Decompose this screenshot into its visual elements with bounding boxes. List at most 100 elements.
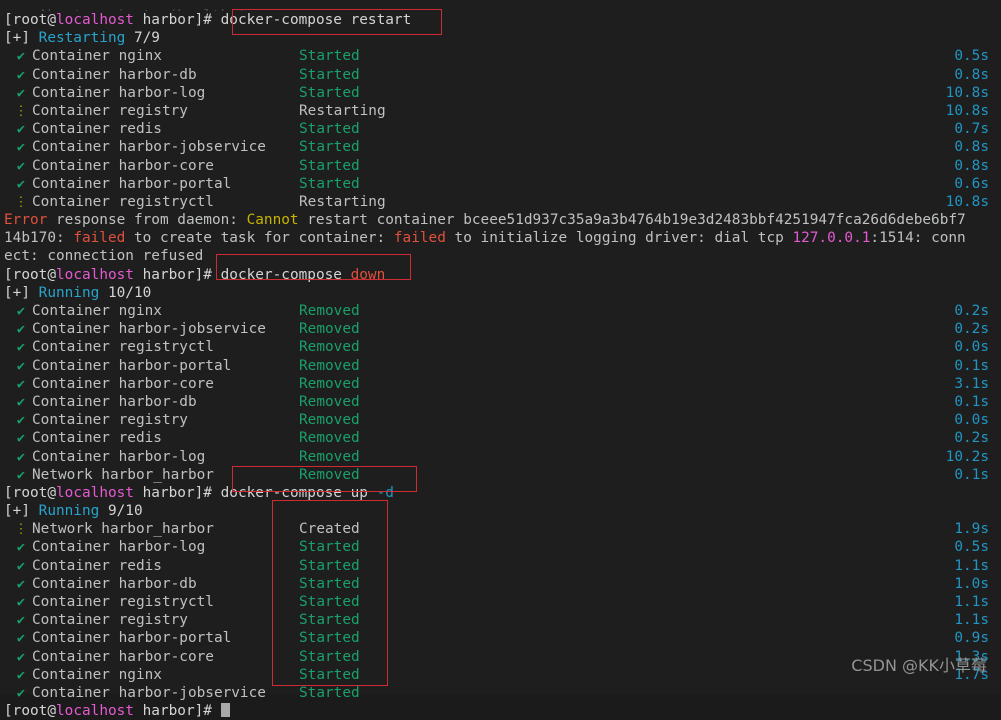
check-icon: ✔ (14, 593, 28, 611)
prompt-line-final: [root@localhost harbor]# (4, 702, 997, 720)
service-status: Started (299, 48, 360, 65)
service-status: Removed (299, 303, 360, 319)
check-glyph: ✔ (16, 303, 26, 319)
service-status: Removed (299, 393, 360, 410)
error-failed-keyword-2: failed (393, 230, 446, 247)
check-icon: ✔ (14, 138, 28, 156)
service-row: ✔ Container registry Started 1.1s (4, 611, 997, 629)
service-name: Container nginx (32, 303, 162, 319)
service-status: Started (299, 175, 360, 192)
service-name: Container harbor-log (32, 539, 206, 556)
service-name: Container harbor-db (32, 393, 197, 410)
summary-verb: Running (38, 503, 108, 520)
service-name: Container harbor-db (32, 66, 197, 83)
check-glyph: ✔ (16, 66, 26, 83)
service-status: Started (299, 84, 360, 101)
service-row: ✔ Container harbor-jobservice Removed 0.2s (4, 320, 997, 338)
service-duration: 0.8s (954, 139, 989, 156)
service-name: Container registry (32, 412, 188, 429)
command-text-restart[interactable]: docker-compose restart (221, 12, 412, 28)
service-duration: 0.2s (954, 430, 989, 447)
service-name: Container nginx (32, 666, 162, 683)
check-glyph: ✔ (16, 575, 26, 592)
service-row: ✔ Container harbor-portal Removed 0.1s (4, 357, 997, 375)
service-duration: 0.8s (954, 157, 989, 174)
check-glyph: ✔ (16, 648, 26, 665)
service-name: Container harbor-log (32, 84, 206, 101)
service-row: ✔ Container harbor-log Removed 10.2s (4, 448, 997, 466)
prompt-bracket-open: [ (4, 703, 13, 720)
check-glyph: ✔ (16, 339, 26, 356)
command-flag-up[interactable]: -d (377, 485, 394, 501)
service-duration: 3.1s (954, 375, 989, 392)
command-text-up[interactable]: docker-compose up (221, 485, 377, 501)
error-address: 127.0.0.1 (792, 230, 871, 247)
service-row: ✔ Container harbor-db Started 0.8s (4, 66, 997, 84)
service-status: Started (299, 630, 360, 647)
check-icon: ✔ (14, 66, 28, 84)
service-name: Container harbor-core (32, 157, 214, 174)
service-row: ✔ Container nginx Started 0.5s (4, 47, 997, 65)
service-duration: 0.2s (954, 303, 989, 319)
service-row: ✔ Network harbor_harbor Removed 0.1s (4, 466, 997, 484)
check-glyph: ✔ (16, 321, 26, 338)
prompt-user: root@ (12, 12, 56, 28)
service-name: Container registry (32, 102, 188, 119)
service-duration: 0.2s (954, 321, 989, 338)
service-row: ✔ Container harbor-core Started 0.8s (4, 157, 997, 175)
service-duration: 0.5s (954, 48, 989, 65)
service-status: Started (299, 666, 360, 683)
terminal-cursor[interactable] (220, 703, 230, 718)
prompt-hostname: localhost (56, 703, 134, 720)
check-glyph: ✔ (16, 430, 26, 447)
service-duration: 0.1s (954, 466, 989, 483)
service-name: Container harbor-log (32, 448, 206, 465)
prompt-bracket-close: ]# (194, 484, 212, 501)
command-keyword-down[interactable]: down (351, 267, 386, 283)
command-text-down[interactable]: docker-compose (221, 267, 351, 283)
check-glyph: ✔ (16, 612, 26, 629)
pending-dots-icon: ⋮ (14, 193, 28, 212)
service-duration: 10.8s (945, 84, 989, 101)
check-glyph: ✔ (16, 557, 26, 574)
dots-glyph: ⋮ (14, 522, 28, 538)
service-duration: 0.9s (954, 630, 989, 647)
check-glyph: ✔ (16, 84, 26, 101)
service-duration: 10.2s (945, 448, 989, 465)
check-icon: ✔ (14, 466, 28, 484)
check-icon: ✔ (14, 357, 28, 375)
service-status: Started (299, 66, 360, 83)
service-row: ✔ Container harbor-core Started 1.3s (4, 648, 997, 666)
service-duration: 1.1s (954, 557, 989, 574)
service-row: ✔ Container redis Started 1.1s (4, 557, 997, 575)
check-glyph: ✔ (16, 139, 26, 156)
terminal-window[interactable]: About a minute (healthy) [root@localhost… (0, 0, 1001, 719)
prompt-bracket-close: ]# (194, 266, 212, 283)
service-row: ✔ Container registryctl Started 1.1s (4, 593, 997, 611)
service-row: ✔ Container harbor-log Started 0.5s (4, 538, 997, 556)
service-name: Container registryctl (32, 594, 214, 610)
error-keyword: Error (4, 212, 48, 229)
check-icon: ✔ (14, 575, 28, 593)
check-glyph: ✔ (16, 594, 26, 610)
summary-prefix: [+] (4, 30, 39, 47)
summary-verb: Restarting (38, 30, 134, 47)
service-row: ✔ Container harbor-core Removed 3.1s (4, 375, 997, 393)
prompt-bracket-close: ]# (194, 703, 212, 720)
prompt-bracket-open: [ (4, 484, 13, 501)
error-cannot-keyword: Cannot (246, 212, 299, 229)
check-glyph: ✔ (16, 539, 26, 556)
service-status: Removed (299, 448, 360, 465)
check-icon: ✔ (14, 648, 28, 666)
check-glyph: ✔ (16, 412, 26, 429)
service-duration: 0.0s (954, 412, 989, 429)
service-duration: 0.8s (954, 66, 989, 83)
check-glyph: ✔ (16, 375, 26, 392)
service-status: Started (299, 121, 360, 138)
summary-prefix: [+] (4, 503, 39, 520)
check-icon: ✔ (14, 629, 28, 647)
check-glyph: ✔ (16, 684, 26, 701)
check-glyph: ✔ (16, 630, 26, 647)
